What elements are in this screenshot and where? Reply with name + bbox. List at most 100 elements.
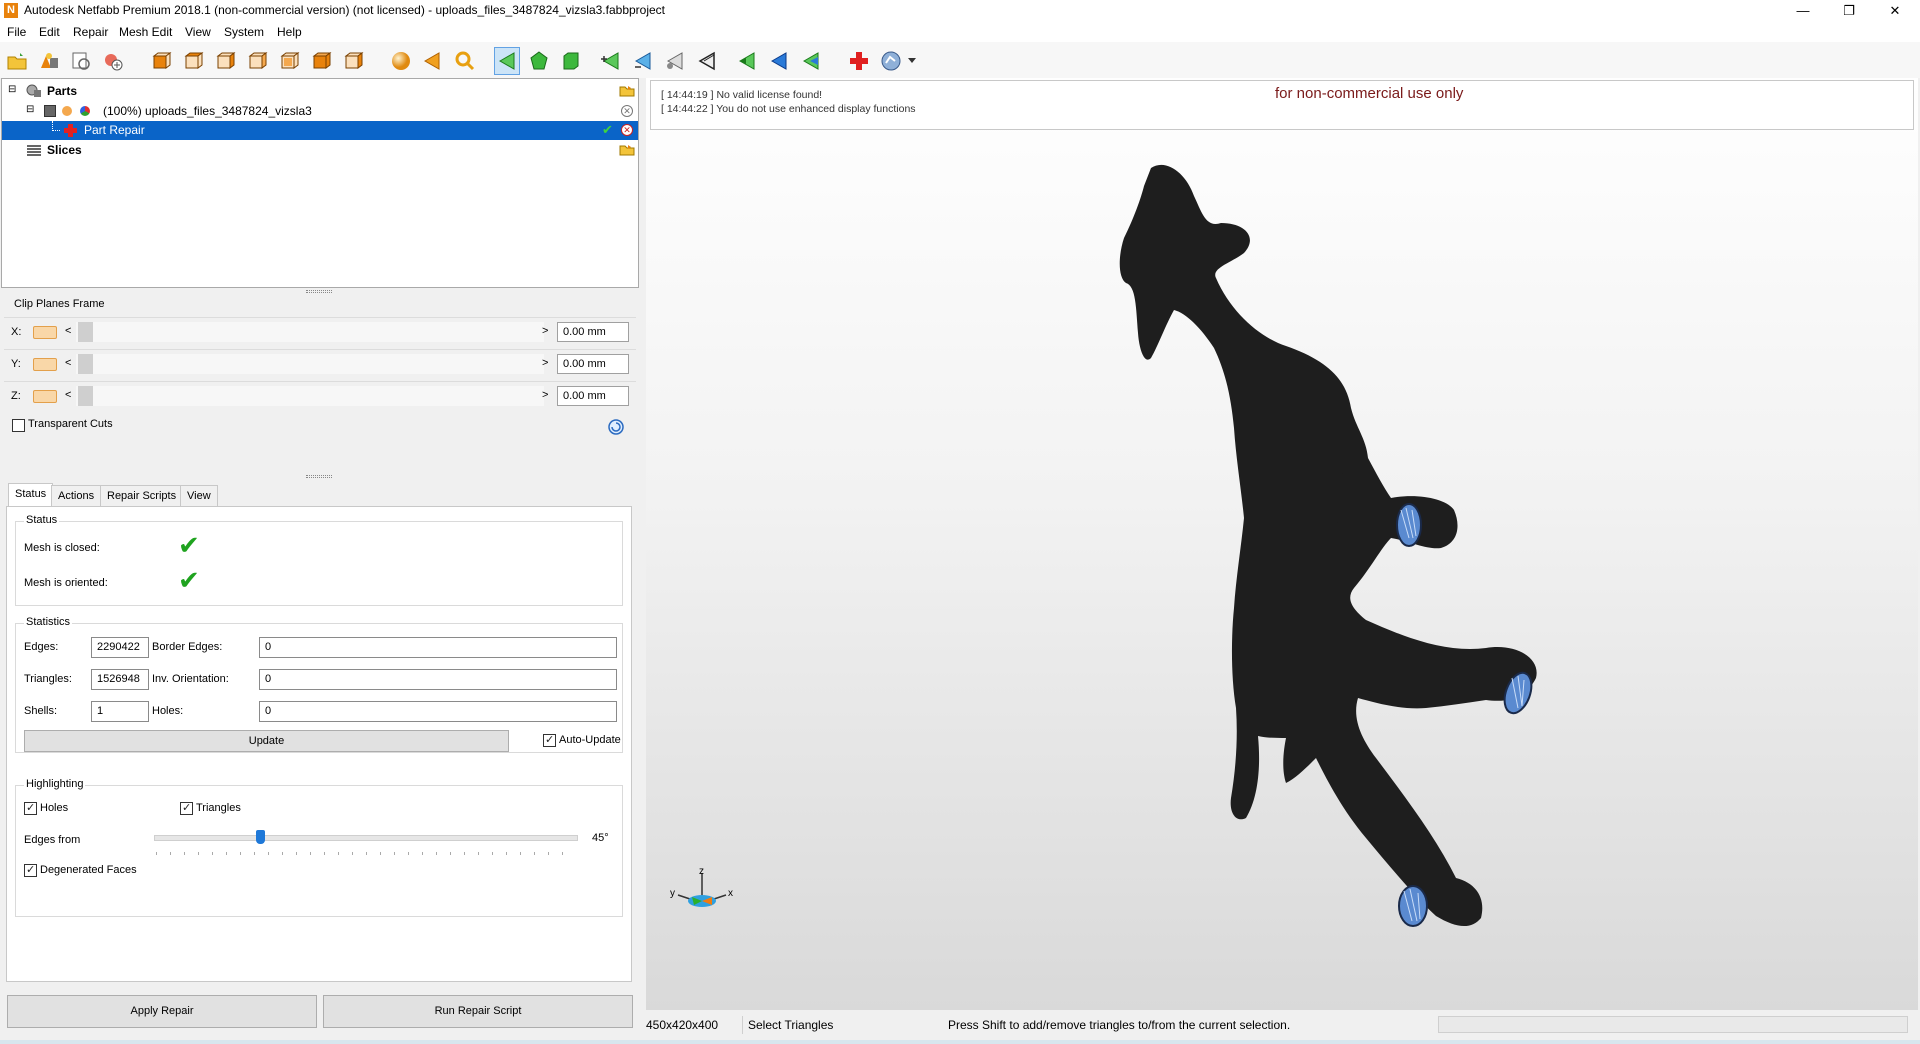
axis-y-label: y (670, 888, 675, 899)
view-front-icon[interactable] (150, 50, 172, 72)
holes-checkbox[interactable] (24, 801, 37, 815)
close-button[interactable]: ✕ (1872, 0, 1918, 22)
cancel-repair-icon[interactable]: ✕ (621, 124, 633, 136)
folder-icon[interactable] (619, 84, 635, 97)
tab-repair-scripts[interactable]: Repair Scripts (100, 485, 184, 506)
zoom-icon[interactable] (454, 50, 476, 72)
clip-x-input[interactable]: 0.00 mm (557, 322, 629, 342)
clip-z-input[interactable]: 0.00 mm (557, 386, 629, 406)
view-top-icon[interactable] (278, 50, 300, 72)
add-slice-icon[interactable] (102, 50, 124, 72)
select-surface-icon[interactable] (528, 50, 550, 72)
menu-view[interactable]: View (185, 25, 211, 39)
chevron-down-icon[interactable] (908, 58, 916, 64)
open-project-icon[interactable] (6, 50, 28, 72)
collapse-toggle[interactable]: ⊟ (26, 104, 34, 115)
run-repair-script-button[interactable]: Run Repair Script (323, 995, 633, 1028)
triangles-checkbox[interactable] (180, 801, 193, 815)
collapse-toggle[interactable]: ⊟ (8, 84, 16, 95)
clip-x-slider[interactable] (76, 322, 544, 342)
clip-y-input[interactable]: 0.00 mm (557, 354, 629, 374)
view-iso-icon[interactable] (342, 50, 364, 72)
edges-from-slider[interactable] (154, 835, 578, 841)
apply-repair-button[interactable]: Apply Repair (7, 995, 317, 1028)
visibility-icon[interactable] (62, 106, 72, 116)
repair-menu-icon[interactable] (880, 50, 902, 72)
arrow-left-icon[interactable] (422, 50, 444, 72)
minimize-button[interactable]: — (1780, 0, 1826, 22)
shrink-selection-icon[interactable] (664, 50, 686, 72)
triangles-field[interactable]: 1526948 (91, 669, 149, 690)
add-triangle-icon[interactable] (600, 50, 622, 72)
extend-selection-icon[interactable] (632, 50, 654, 72)
clip-x-thumb[interactable] (78, 322, 93, 342)
3d-viewport[interactable]: [ 14:44:19 ] No valid license found! [ 1… (646, 78, 1918, 1010)
transparent-cuts-checkbox[interactable] (12, 419, 25, 432)
holes-field[interactable]: 0 (259, 701, 617, 722)
tree-label-parts: Parts (47, 84, 78, 98)
sphere-icon[interactable] (390, 50, 412, 72)
edges-field[interactable]: 2290422 (91, 637, 149, 658)
clip-z-slider[interactable] (76, 386, 544, 406)
clip-y-left[interactable]: < (65, 357, 71, 369)
undo-icon[interactable] (736, 50, 758, 72)
add-support-icon[interactable] (70, 50, 92, 72)
view-right-icon[interactable] (246, 50, 268, 72)
menu-mesh-edit[interactable]: Mesh Edit (119, 25, 172, 39)
redo-icon[interactable] (768, 50, 790, 72)
mark-icon[interactable] (800, 50, 822, 72)
auto-update-checkbox[interactable] (543, 733, 556, 747)
menu-file[interactable]: File (7, 25, 26, 39)
new-repair-icon[interactable] (848, 50, 870, 72)
select-shell-icon[interactable] (560, 50, 582, 72)
folder-icon[interactable] (619, 143, 635, 156)
clip-y-thumb[interactable] (78, 354, 93, 374)
reset-icon[interactable] (607, 418, 625, 436)
clip-y-right[interactable]: > (542, 357, 548, 369)
update-button[interactable]: Update (24, 730, 509, 752)
auto-update-label: Auto-Update (559, 734, 621, 746)
title-bar: N Autodesk Netfabb Premium 2018.1 (non-c… (0, 0, 1920, 22)
tree-item-part-repair[interactable]: Part Repair ✔ ✕ (2, 121, 638, 140)
view-left-icon[interactable] (214, 50, 236, 72)
view-bottom-icon[interactable] (310, 50, 332, 72)
clip-y-slider[interactable] (76, 354, 544, 374)
clip-y-color[interactable] (33, 358, 57, 371)
apply-check-icon[interactable]: ✔ (602, 122, 613, 138)
edges-from-thumb[interactable] (256, 830, 265, 844)
axis-x-label: x (728, 888, 733, 899)
splitter-grip[interactable] (306, 475, 332, 478)
clip-z-right[interactable]: > (542, 389, 548, 401)
tree-label-slices: Slices (47, 143, 82, 157)
tab-view[interactable]: View (180, 485, 218, 506)
menu-system[interactable]: System (224, 25, 264, 39)
invert-selection-icon[interactable] (696, 50, 718, 72)
menu-edit[interactable]: Edit (39, 25, 60, 39)
edges-from-label: Edges from (24, 834, 81, 846)
degenerated-faces-checkbox[interactable] (24, 863, 37, 877)
clip-x-color[interactable] (33, 326, 57, 339)
remove-part-icon[interactable]: ✕ (621, 105, 633, 117)
tree-item-part[interactable]: ⊟ (100%) uploads_files_3487824_vizsla3 ✕ (2, 102, 638, 121)
shells-field[interactable]: 1 (91, 701, 149, 722)
select-triangle-icon[interactable] (496, 50, 518, 72)
tab-status[interactable]: Status (8, 483, 54, 506)
clip-z-thumb[interactable] (78, 386, 93, 406)
clip-x-right[interactable]: > (542, 325, 548, 337)
clip-z-left[interactable]: < (65, 389, 71, 401)
clip-planes-frame: Clip Planes Frame X: < > 0.00 mm Y: < > … (4, 292, 636, 462)
clip-z-color[interactable] (33, 390, 57, 403)
menu-help[interactable]: Help (277, 25, 302, 39)
border-edges-field[interactable]: 0 (259, 637, 617, 658)
color-icon[interactable] (80, 106, 90, 116)
tab-actions[interactable]: Actions (51, 485, 102, 506)
clip-x-left[interactable]: < (65, 325, 71, 337)
tree-item-parts[interactable]: ⊟ Parts (2, 82, 638, 101)
inv-orientation-field[interactable]: 0 (259, 669, 617, 690)
add-part-icon[interactable] (38, 50, 60, 72)
menu-repair[interactable]: Repair (73, 25, 108, 39)
tree-item-slices[interactable]: Slices (2, 141, 638, 160)
mesh-model[interactable] (646, 78, 1918, 1010)
view-back-icon[interactable] (182, 50, 204, 72)
maximize-button[interactable]: ❐ (1826, 0, 1872, 22)
